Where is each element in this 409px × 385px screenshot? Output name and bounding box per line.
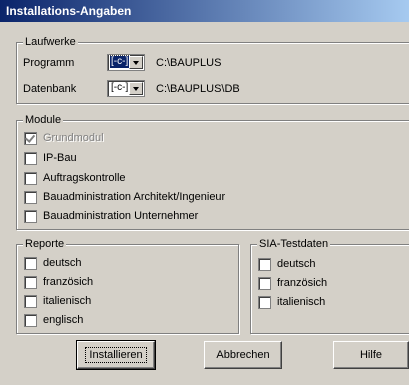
checkbox-box[interactable] [24, 275, 37, 289]
programm-label: Programm [23, 57, 75, 69]
checkbox-label: französich [277, 277, 328, 289]
install-button-label: Installieren [85, 347, 147, 363]
checkbox-label: deutsch [277, 258, 316, 270]
checkbox-label: italienisch [43, 295, 92, 307]
datenbank-path: C:\BAUPLUS\DB [156, 83, 240, 95]
install-button[interactable]: Installieren [76, 340, 156, 370]
checkbox-box[interactable] [24, 151, 37, 165]
checkbox-label: IP-Bau [43, 152, 77, 164]
title-bar: Installations-Angaben [0, 0, 409, 22]
sia-legend: SIA-Testdaten [257, 237, 331, 251]
datenbank-drive-select[interactable]: [-c-] [107, 80, 145, 97]
installations-dialog: Installations-Angaben Laufwerke Programm… [0, 0, 409, 385]
checkbox-label: italienisch [277, 296, 326, 308]
checkbox-box[interactable] [258, 295, 271, 309]
checkbox-label: deutsch [43, 257, 82, 269]
sia-franzoesisch-checkbox[interactable]: französich [258, 275, 327, 291]
checkbox-label: Grundmodul [43, 132, 104, 144]
programm-drive-value: [-c-] [108, 55, 131, 69]
module-architekt-checkbox[interactable]: Bauadministration Architekt/Ingenieur [24, 189, 225, 205]
checkbox-label: englisch [43, 314, 84, 326]
programm-path: C:\BAUPLUS [156, 57, 222, 69]
chevron-down-icon[interactable] [129, 82, 143, 95]
reporte-franzoesisch-checkbox[interactable]: französich [24, 274, 93, 290]
checkbox-label: Bauadministration Unternehmer [43, 210, 199, 222]
help-button-label: Hilfe [359, 349, 382, 361]
help-button[interactable]: Hilfe [333, 341, 409, 369]
datenbank-drive-value: [-c-] [111, 82, 129, 93]
checkbox-label: französich [43, 276, 94, 288]
programm-drive-select[interactable]: [-c-] [107, 54, 145, 71]
checkbox-box[interactable] [24, 256, 37, 270]
checkbox-box[interactable] [24, 190, 37, 204]
checkbox-box[interactable] [258, 257, 271, 271]
checkbox-box[interactable] [258, 276, 271, 290]
reporte-italienisch-checkbox[interactable]: italienisch [24, 293, 91, 309]
reporte-englisch-checkbox[interactable]: englisch [24, 312, 83, 328]
sia-italienisch-checkbox[interactable]: italienisch [258, 294, 325, 310]
reporte-deutsch-checkbox[interactable]: deutsch [24, 255, 82, 271]
chevron-down-icon[interactable] [129, 56, 143, 69]
checkbox-box[interactable] [24, 171, 37, 185]
checkbox-box[interactable] [24, 294, 37, 308]
cancel-button-label: Abbrechen [216, 349, 270, 361]
checkbox-box[interactable] [24, 209, 37, 223]
reporte-legend: Reporte [23, 237, 67, 251]
datenbank-label: Datenbank [23, 83, 77, 95]
module-ipbau-checkbox[interactable]: IP-Bau [24, 150, 77, 166]
checkbox-box[interactable] [24, 313, 37, 327]
module-grundmodul-checkbox[interactable]: Grundmodul [24, 130, 104, 146]
checkbox-label: Bauadministration Architekt/Ingenieur [43, 191, 226, 203]
module-unternehmer-checkbox[interactable]: Bauadministration Unternehmer [24, 208, 198, 224]
module-auftragskontrolle-checkbox[interactable]: Auftragskontrolle [24, 170, 126, 186]
cancel-button[interactable]: Abbrechen [204, 341, 282, 369]
checkbox-box[interactable] [24, 131, 37, 145]
laufwerke-legend: Laufwerke [23, 35, 78, 49]
sia-deutsch-checkbox[interactable]: deutsch [258, 256, 316, 272]
checkbox-label: Auftragskontrolle [43, 172, 126, 184]
module-legend: Module [23, 113, 64, 127]
